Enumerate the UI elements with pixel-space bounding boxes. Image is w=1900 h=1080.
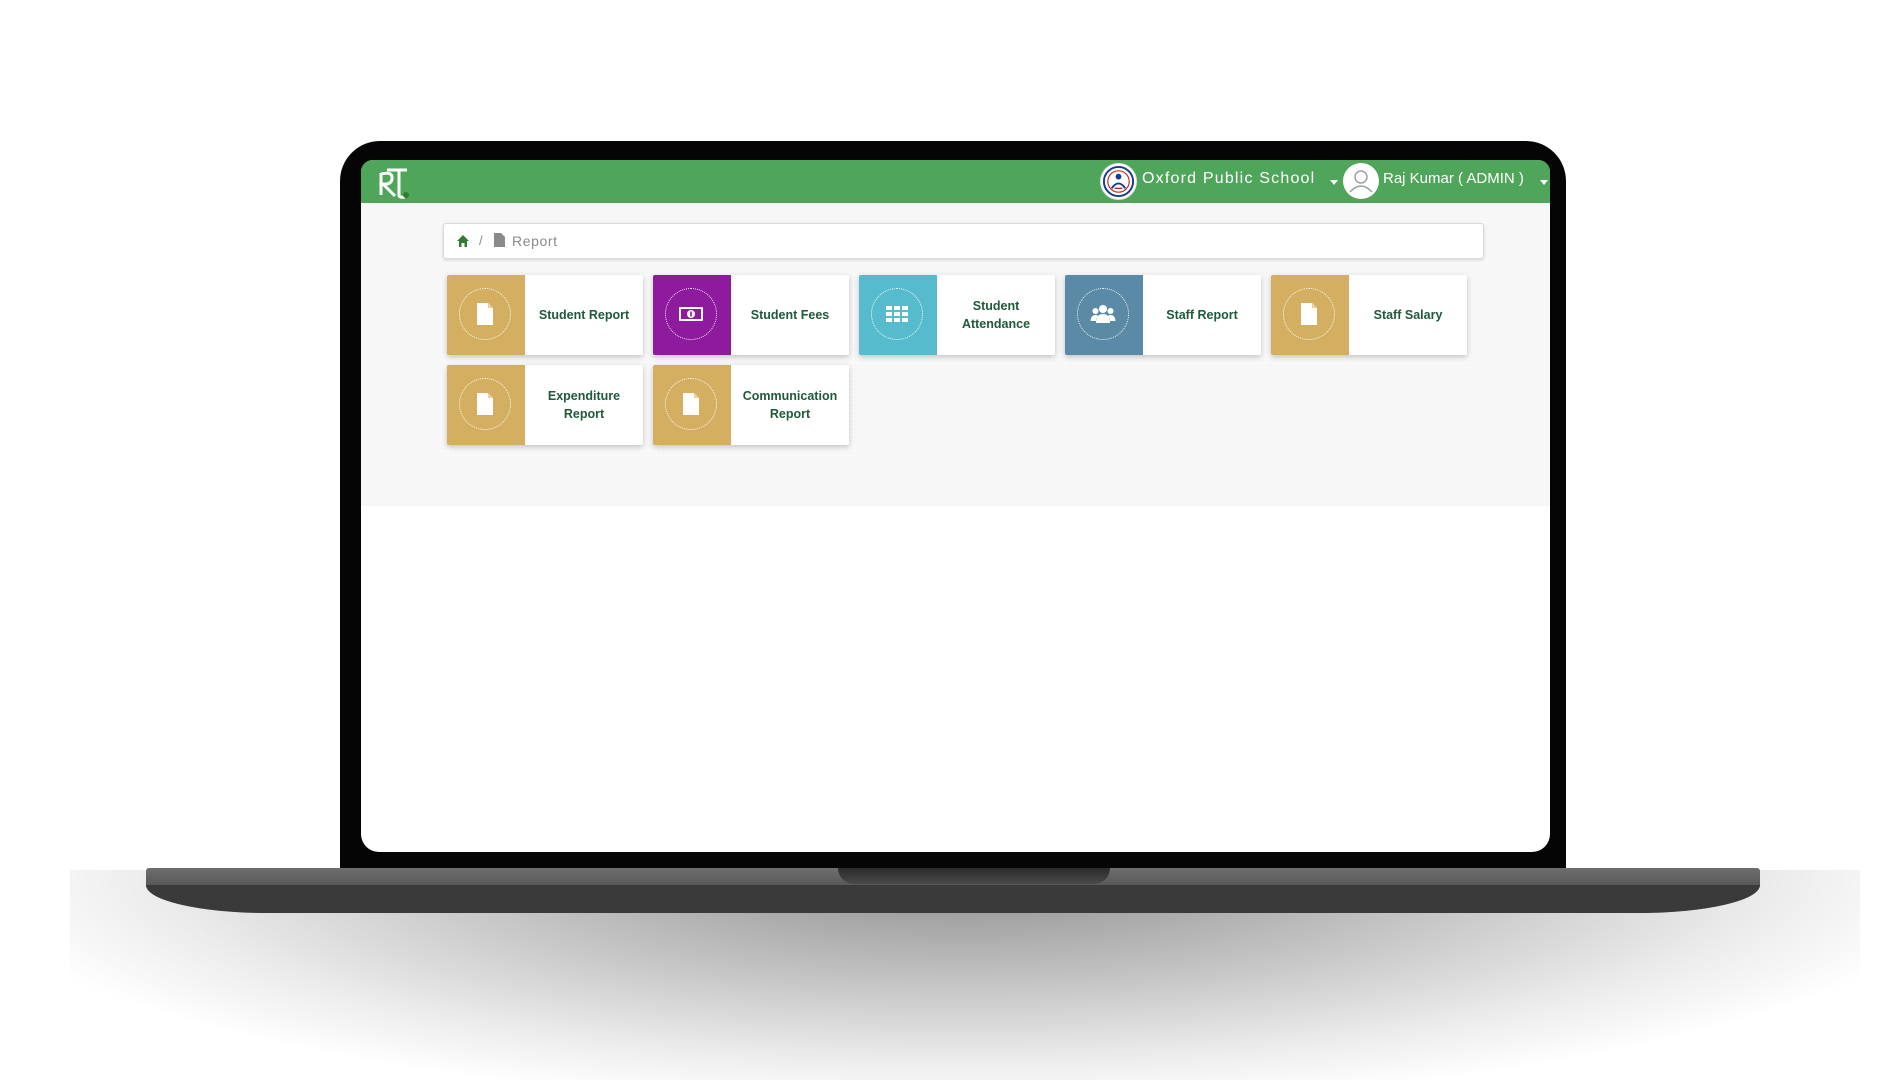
- tile-icon-bg: [859, 275, 937, 355]
- tile-student-fees[interactable]: Student Fees: [653, 275, 849, 355]
- tile-icon-bg: [653, 365, 731, 445]
- chevron-down-icon[interactable]: [1540, 180, 1548, 185]
- file-icon: [477, 393, 493, 415]
- tile-label: Student Attendance: [961, 299, 1031, 331]
- tile-communication-report[interactable]: Communication Report: [653, 365, 849, 445]
- tile-icon-bg: [1065, 275, 1143, 355]
- tile-icon-bg: [447, 365, 525, 445]
- tile-icon-bg: [447, 275, 525, 355]
- top-navbar: Oxford Public School Raj Kumar ( ADMIN ): [361, 160, 1550, 203]
- breadcrumb-current: Report: [512, 233, 558, 249]
- breadcrumb: / Report: [443, 223, 1484, 259]
- file-icon: [1301, 303, 1317, 325]
- tile-label: Communication Report: [742, 389, 838, 421]
- tile-label: Student Fees: [750, 308, 830, 322]
- user-name[interactable]: Raj Kumar ( ADMIN ): [1383, 170, 1524, 187]
- content-area: / Report Student Report Student Fees Stu…: [361, 203, 1550, 506]
- file-icon: [683, 393, 699, 415]
- tile-label: Student Report: [538, 308, 630, 322]
- school-seal-icon: [1100, 163, 1137, 200]
- school-name[interactable]: Oxford Public School: [1142, 170, 1315, 188]
- tile-icon-bg: [653, 275, 731, 355]
- home-icon[interactable]: [456, 234, 470, 248]
- tile-staff-salary[interactable]: Staff Salary: [1271, 275, 1467, 355]
- breadcrumb-separator: /: [479, 233, 483, 248]
- grid-icon: [886, 306, 908, 322]
- file-icon: [494, 233, 505, 247]
- laptop-base-bottom: [146, 885, 1760, 913]
- file-icon: [477, 303, 493, 325]
- tile-label: Expenditure Report: [547, 389, 621, 421]
- money-icon: [679, 307, 703, 321]
- tile-icon-bg: [1271, 275, 1349, 355]
- chevron-down-icon[interactable]: [1330, 180, 1338, 185]
- laptop-notch: [838, 868, 1110, 884]
- laptop-screen: Oxford Public School Raj Kumar ( ADMIN )…: [361, 160, 1550, 852]
- tile-student-report[interactable]: Student Report: [447, 275, 643, 355]
- tile-label: Staff Report: [1166, 308, 1238, 322]
- tile-expenditure-report[interactable]: Expenditure Report: [447, 365, 643, 445]
- avatar[interactable]: [1343, 163, 1379, 199]
- tile-student-attendance[interactable]: Student Attendance: [859, 275, 1055, 355]
- tile-staff-report[interactable]: Staff Report: [1065, 275, 1261, 355]
- tile-label: Staff Salary: [1373, 308, 1443, 322]
- app-logo[interactable]: [375, 165, 411, 199]
- users-icon: [1090, 305, 1116, 323]
